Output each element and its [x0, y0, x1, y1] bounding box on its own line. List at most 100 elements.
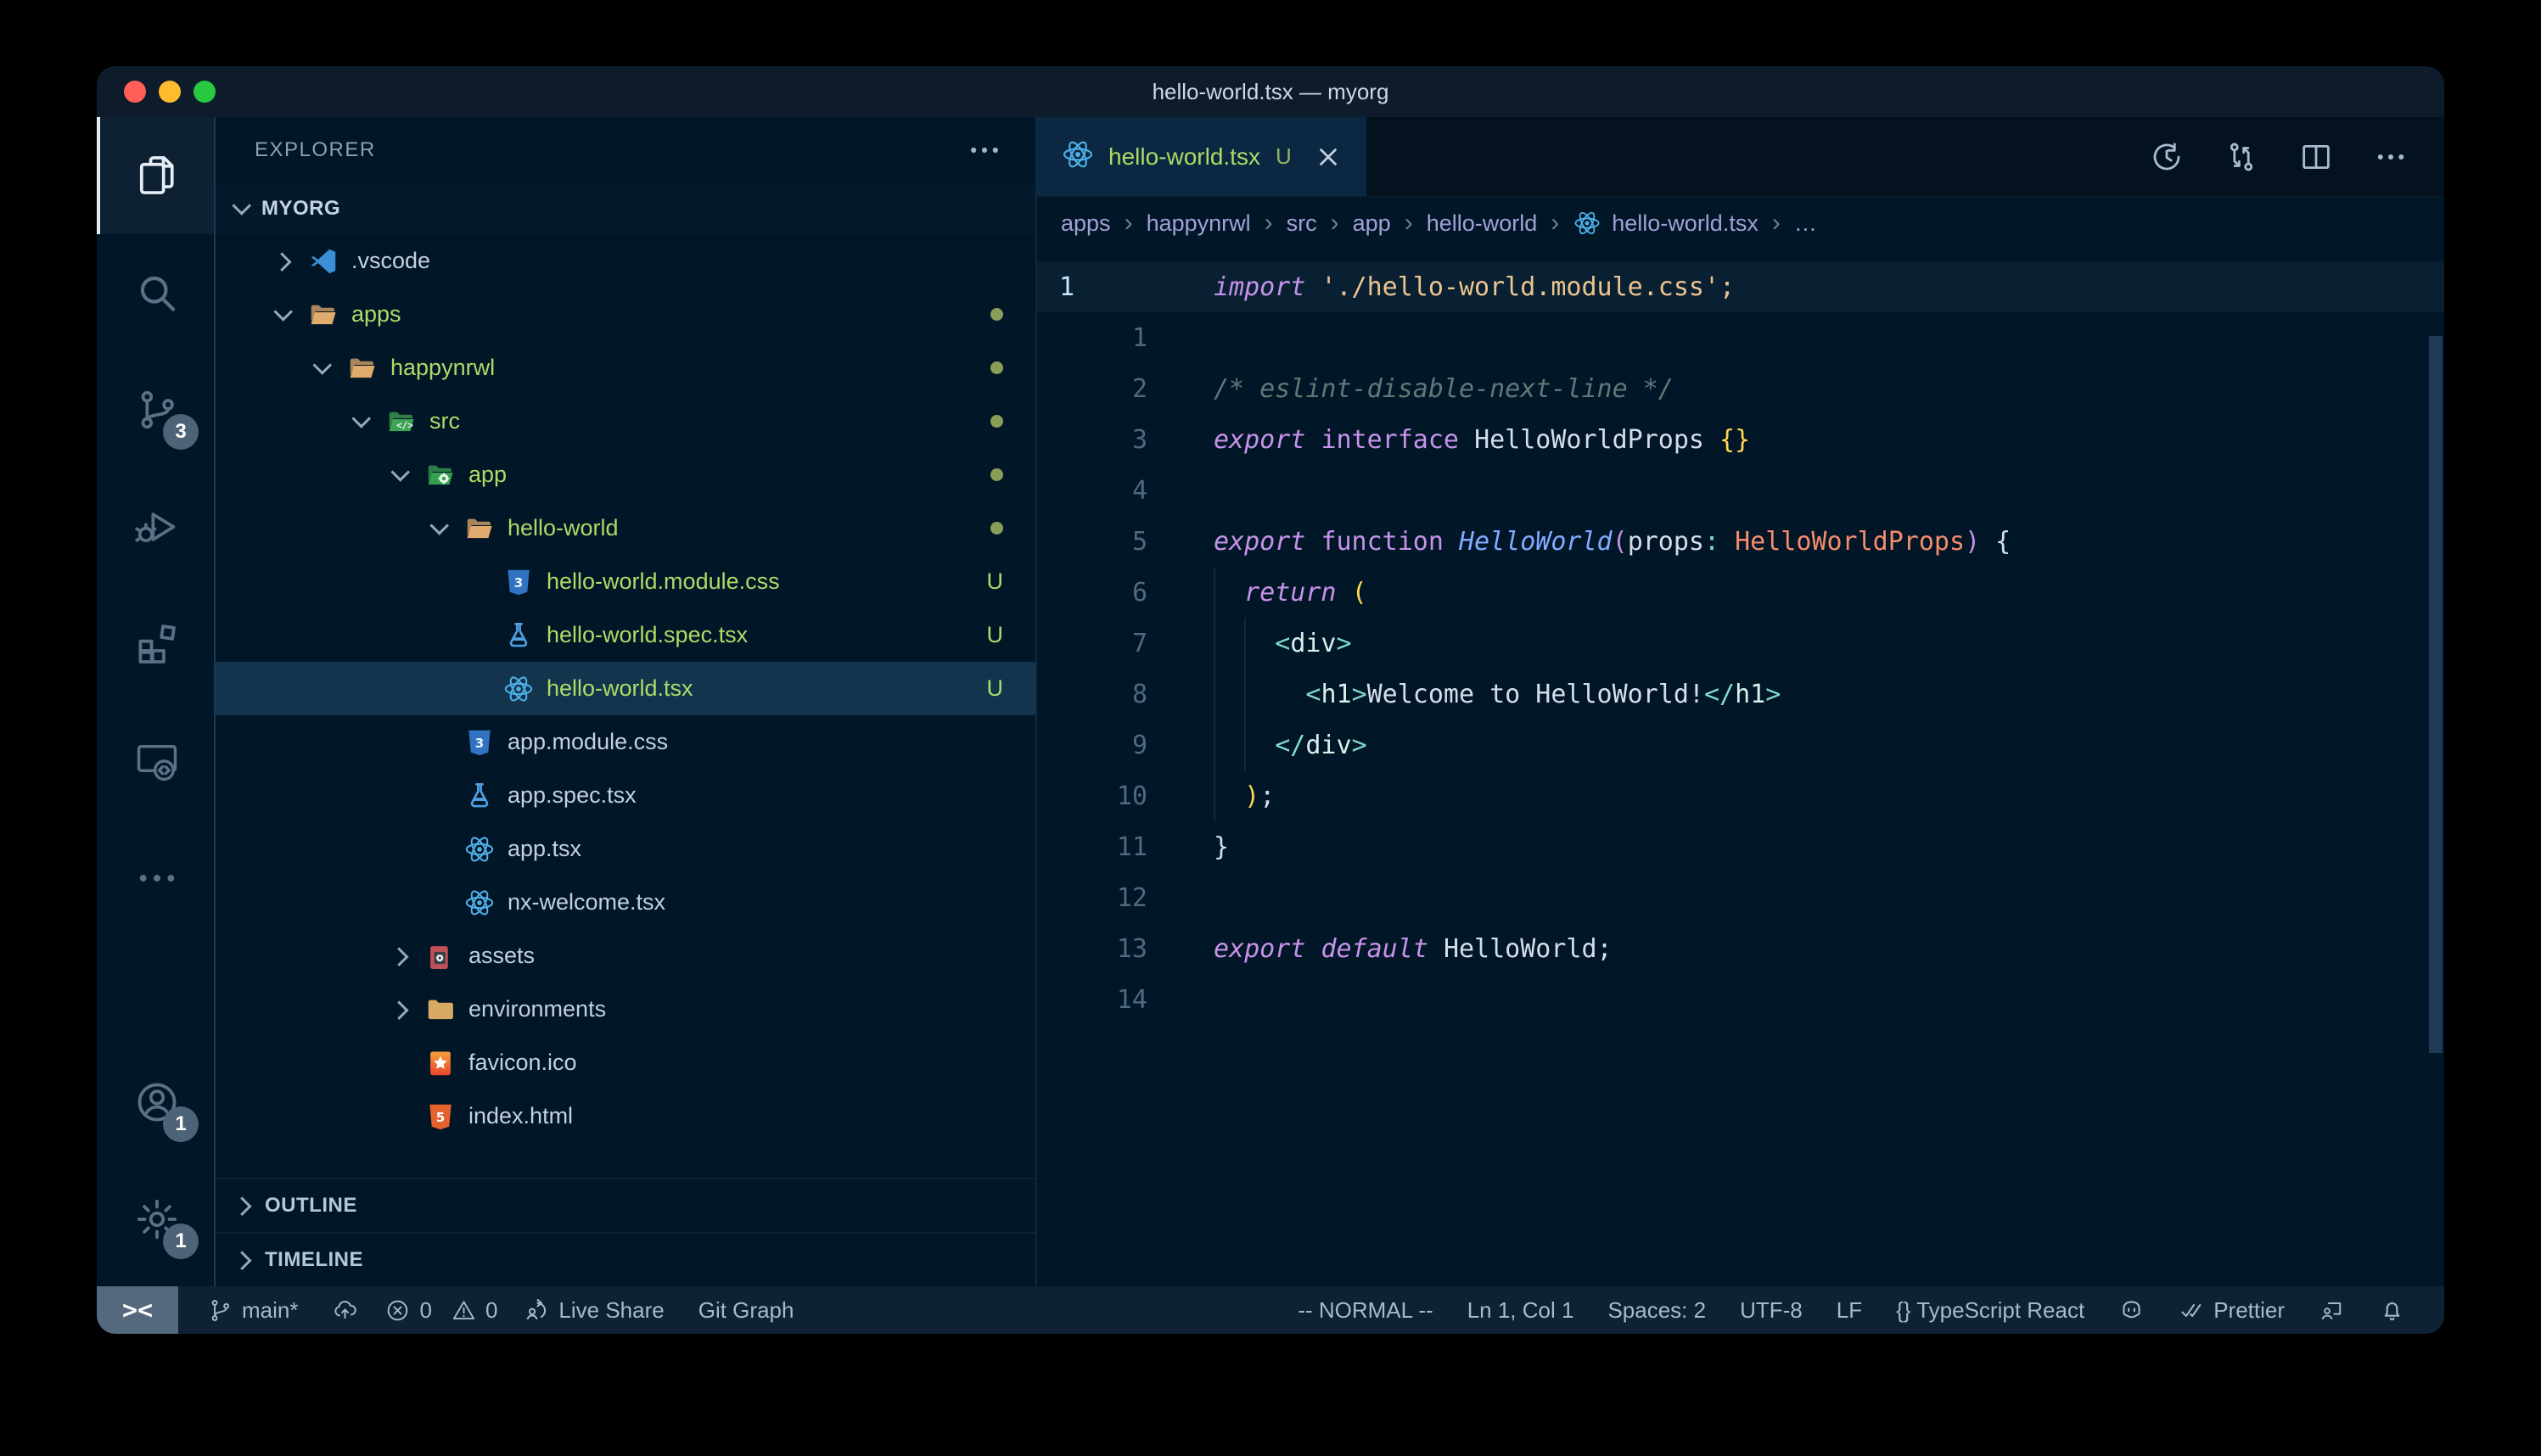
panel-timeline[interactable]: TIMELINE — [216, 1232, 1035, 1286]
close-tab-icon[interactable] — [1314, 143, 1343, 171]
line-number[interactable]: 11 — [1037, 832, 1147, 862]
tree-item-favicon-ico[interactable]: favicon.ico — [216, 1036, 1035, 1089]
chevron-right-icon[interactable] — [272, 252, 292, 272]
status-git-branch[interactable]: main* — [190, 1286, 315, 1334]
status-git-graph[interactable]: Git Graph — [682, 1286, 811, 1334]
chevron-right-icon[interactable] — [390, 947, 409, 966]
line-number[interactable]: 7 — [1037, 629, 1147, 658]
breadcrumb-item-src[interactable]: src — [1287, 210, 1317, 237]
chevron-down-icon[interactable] — [390, 462, 410, 482]
tree-item-environments[interactable]: environments — [216, 983, 1035, 1036]
chevron-down-icon[interactable] — [429, 516, 449, 535]
tree-item-hello-world-module-css[interactable]: 3hello-world.module.cssU — [216, 555, 1035, 608]
code-line[interactable]: 14 — [1037, 974, 2444, 1025]
activity-remote-explorer[interactable] — [97, 703, 214, 820]
status-vim-mode[interactable]: -- NORMAL -- — [1281, 1286, 1450, 1334]
code-line[interactable]: 8 <h1>Welcome to HelloWorld!</h1> — [1037, 669, 2444, 720]
status-sync[interactable] — [315, 1286, 375, 1334]
status-live-share[interactable]: Live Share — [507, 1286, 681, 1334]
line-number[interactable]: 13 — [1037, 934, 1147, 964]
more-actions-icon[interactable] — [2373, 139, 2409, 175]
code-line[interactable]: 7 <div> — [1037, 618, 2444, 669]
close-window-button[interactable] — [124, 81, 146, 103]
tree-item-happynrwl[interactable]: happynrwl — [216, 341, 1035, 395]
code-line[interactable]: 2/* eslint-disable-next-line */ — [1037, 363, 2444, 414]
breadcrumb-item--[interactable]: … — [1794, 210, 1817, 237]
status-encoding[interactable]: UTF-8 — [1723, 1286, 1820, 1334]
editor-scrollbar[interactable] — [2429, 336, 2443, 1053]
activity-run-debug[interactable] — [97, 468, 214, 585]
line-number[interactable]: 5 — [1037, 527, 1147, 557]
activity-accounts[interactable]: 1 — [97, 1044, 214, 1161]
tree-item-app-spec-tsx[interactable]: app.spec.tsx — [216, 769, 1035, 822]
remote-indicator[interactable]: >< — [97, 1286, 178, 1334]
tree-item-index-html[interactable]: 5index.html — [216, 1089, 1035, 1143]
zoom-window-button[interactable] — [194, 81, 216, 103]
status-warnings[interactable]: 0 — [441, 1286, 507, 1334]
activity-search[interactable] — [97, 234, 214, 351]
tree-item-app[interactable]: app — [216, 448, 1035, 501]
tree-item-src[interactable]: </>src — [216, 395, 1035, 448]
panel-outline[interactable]: OUTLINE — [216, 1178, 1035, 1232]
status-language-mode[interactable]: {} TypeScript React — [1879, 1286, 2101, 1334]
tab-hello-world-tsx[interactable]: hello-world.tsx U — [1037, 117, 1366, 196]
line-number[interactable]: 4 — [1037, 476, 1147, 506]
split-editor-icon[interactable] — [2298, 139, 2334, 175]
code-line[interactable]: 11} — [1037, 821, 2444, 872]
activity-explorer[interactable] — [97, 117, 214, 234]
code-line[interactable]: 12 — [1037, 872, 2444, 923]
chevron-right-icon[interactable] — [390, 1000, 409, 1020]
workspace-section-myorg[interactable]: MYORG — [216, 183, 1035, 234]
status-prettier[interactable]: Prettier — [2162, 1286, 2302, 1334]
status-cursor-position[interactable]: Ln 1, Col 1 — [1450, 1286, 1591, 1334]
line-number[interactable]: 8 — [1037, 680, 1147, 709]
code-line[interactable]: 13export default HelloWorld; — [1037, 923, 2444, 974]
tree-item--vscode[interactable]: .vscode — [216, 234, 1035, 288]
line-number[interactable]: 10 — [1037, 781, 1147, 811]
code-line[interactable]: 9 </div> — [1037, 720, 2444, 770]
status-eol[interactable]: LF — [1820, 1286, 1879, 1334]
tree-item-nx-welcome-tsx[interactable]: nx-welcome.tsx — [216, 876, 1035, 929]
sidebar-more-actions-icon[interactable] — [966, 132, 1003, 169]
tree-item-apps[interactable]: apps — [216, 288, 1035, 341]
chevron-down-icon[interactable] — [312, 356, 332, 375]
line-number[interactable]: 1 — [1037, 272, 1147, 302]
code-line[interactable]: 5export function HelloWorld(props: Hello… — [1037, 516, 2444, 567]
line-number[interactable]: 6 — [1037, 578, 1147, 608]
activity-settings[interactable]: 1 — [97, 1161, 214, 1278]
status-indentation[interactable]: Spaces: 2 — [1590, 1286, 1723, 1334]
code-line[interactable]: 4 — [1037, 465, 2444, 516]
open-changes-icon[interactable] — [2224, 139, 2259, 175]
line-number[interactable]: 12 — [1037, 883, 1147, 913]
tree-item-hello-world[interactable]: hello-world — [216, 501, 1035, 555]
line-number[interactable]: 14 — [1037, 985, 1147, 1015]
code-editor[interactable]: 1import './hello-world.module.css';12/* … — [1037, 249, 2444, 1286]
open-timeline-icon[interactable] — [2149, 139, 2185, 175]
chevron-down-icon[interactable] — [273, 302, 293, 322]
status-notifications[interactable] — [2362, 1286, 2422, 1334]
line-number[interactable]: 9 — [1037, 731, 1147, 760]
code-line[interactable]: 3export interface HelloWorldProps {} — [1037, 414, 2444, 465]
breadcrumb-item-app[interactable]: app — [1353, 210, 1391, 237]
minimize-window-button[interactable] — [159, 81, 181, 103]
code-line[interactable]: 6 return ( — [1037, 567, 2444, 618]
status-feedback[interactable] — [2302, 1286, 2362, 1334]
breadcrumb-item-hello-world-tsx[interactable]: hello-world.tsx — [1573, 209, 1759, 238]
line-number[interactable]: 3 — [1037, 425, 1147, 455]
activity-source-control[interactable]: 3 — [97, 351, 214, 468]
breadcrumb-item-hello-world[interactable]: hello-world — [1427, 210, 1538, 237]
activity-extensions[interactable] — [97, 585, 214, 703]
breadcrumb-item-happynrwl[interactable]: happynrwl — [1147, 210, 1251, 237]
status-copilot[interactable] — [2101, 1286, 2162, 1334]
status-errors[interactable]: 0 — [375, 1286, 440, 1334]
tree-item-assets[interactable]: assets — [216, 929, 1035, 983]
breadcrumb-item-apps[interactable]: apps — [1061, 210, 1111, 237]
chevron-down-icon[interactable] — [351, 409, 371, 428]
tree-item-hello-world-spec-tsx[interactable]: hello-world.spec.tsxU — [216, 608, 1035, 662]
code-line[interactable]: 1 — [1037, 312, 2444, 363]
code-line[interactable]: 1import './hello-world.module.css'; — [1037, 261, 2444, 312]
code-line[interactable]: 10 ); — [1037, 770, 2444, 821]
activity-more-views[interactable] — [97, 820, 214, 937]
tree-item-app-tsx[interactable]: app.tsx — [216, 822, 1035, 876]
tree-item-app-module-css[interactable]: 3app.module.css — [216, 715, 1035, 769]
